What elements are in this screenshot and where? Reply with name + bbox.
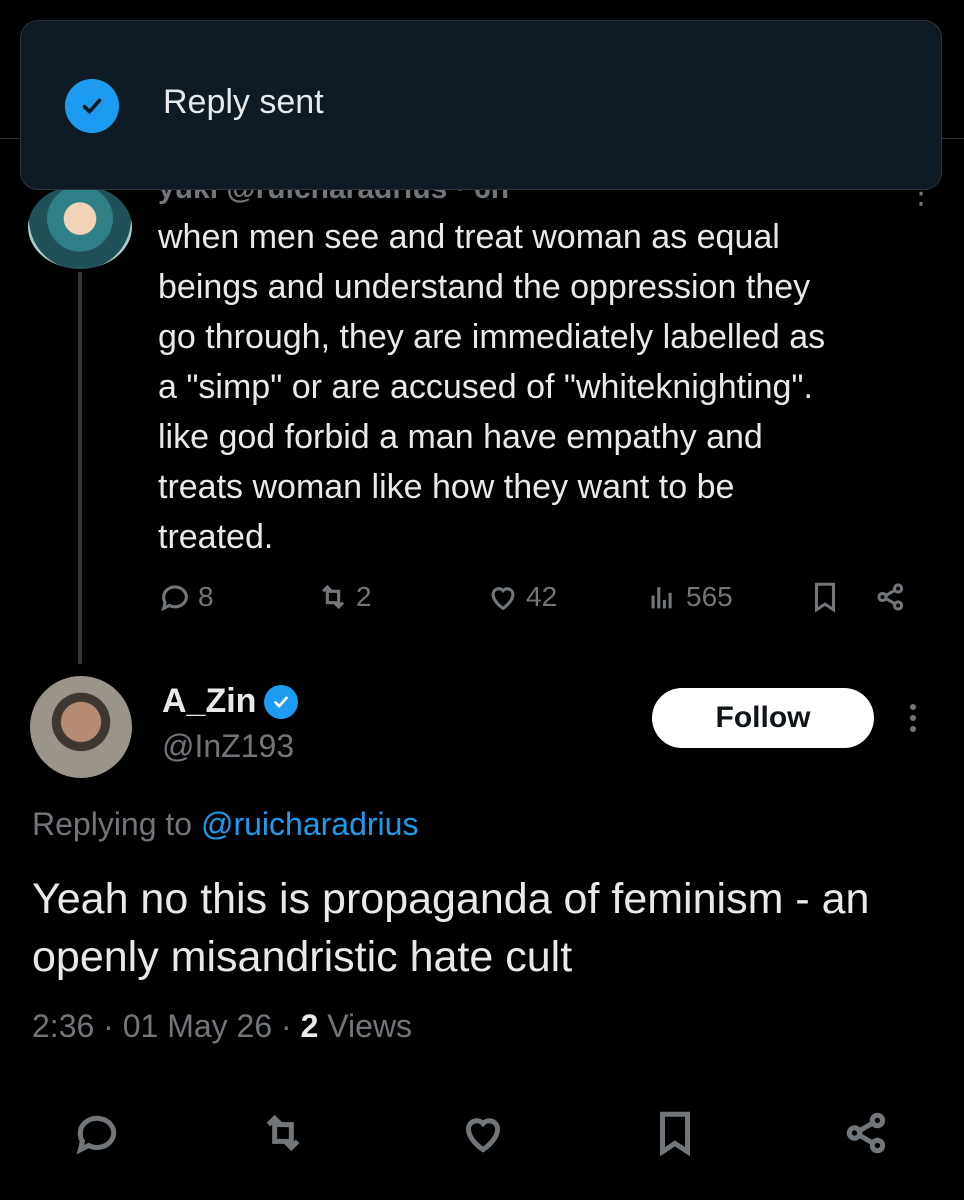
reply-views-label[interactable]: Views [327,1008,412,1044]
parent-bookmark-button[interactable] [808,580,842,614]
heart-icon [491,587,515,611]
thread-line [78,272,82,664]
reply-tweet-text: Yeah no this is propaganda of feminism -… [32,875,870,981]
heart-icon[interactable] [458,1108,508,1158]
replying-to-mention[interactable]: @ruicharadrius [201,806,418,842]
share-icon [877,583,904,611]
bookmark-icon[interactable] [650,1108,700,1158]
reply-views-count: 2 [300,1008,319,1044]
divider-right [942,138,964,139]
follow-button[interactable]: Follow [652,688,874,748]
reply-actions-bar [0,1108,964,1178]
repost-icon[interactable] [258,1108,308,1158]
share-icon[interactable] [842,1108,892,1158]
parent-reply-button[interactable]: 8 [158,580,214,614]
divider-left [0,138,20,139]
reply-handle[interactable]: @InZ193 [162,728,294,765]
parent-avatar[interactable] [28,185,132,269]
views-icon [651,587,672,609]
parent-reply-count: 8 [198,581,214,612]
parent-repost-button[interactable]: 2 [316,580,372,614]
reply-meta: 2:36 · 01 May 26 · 2 Views [32,1008,412,1045]
check-circle-icon [65,79,119,133]
verified-badge-icon [264,684,299,719]
replying-prefix: Replying to [32,806,193,842]
parent-like-button[interactable]: 42 [486,580,557,614]
parent-like-count: 42 [526,581,558,612]
bookmark-icon [814,582,836,613]
parent-tweet-text: when men see and treat woman as equal be… [158,218,826,556]
reply-icon [161,585,188,612]
reply-display-name[interactable]: A_Zin [162,682,299,721]
parent-repost-count: 2 [356,581,372,612]
reply-icon[interactable] [72,1108,122,1158]
reply-more-icon[interactable] [898,700,928,740]
parent-views-count: 565 [686,581,733,612]
reply-avatar[interactable] [30,676,132,778]
parent-share-button[interactable] [874,580,908,614]
parent-actions-bar: 8 2 42 565 [158,580,918,628]
reply-date[interactable]: 01 May 26 [123,1008,272,1044]
meta-separator: · [281,1008,292,1044]
display-name-text: A_Zin [162,682,257,720]
parent-views-button[interactable]: 565 [646,580,733,614]
meta-separator: · [103,1008,114,1044]
replying-to-line: Replying to @ruicharadrius [32,806,418,843]
reply-sent-toast: Reply sent [20,20,942,190]
toast-message: Reply sent [163,83,324,121]
reply-time[interactable]: 2:36 [32,1008,94,1044]
repost-icon [321,584,345,610]
